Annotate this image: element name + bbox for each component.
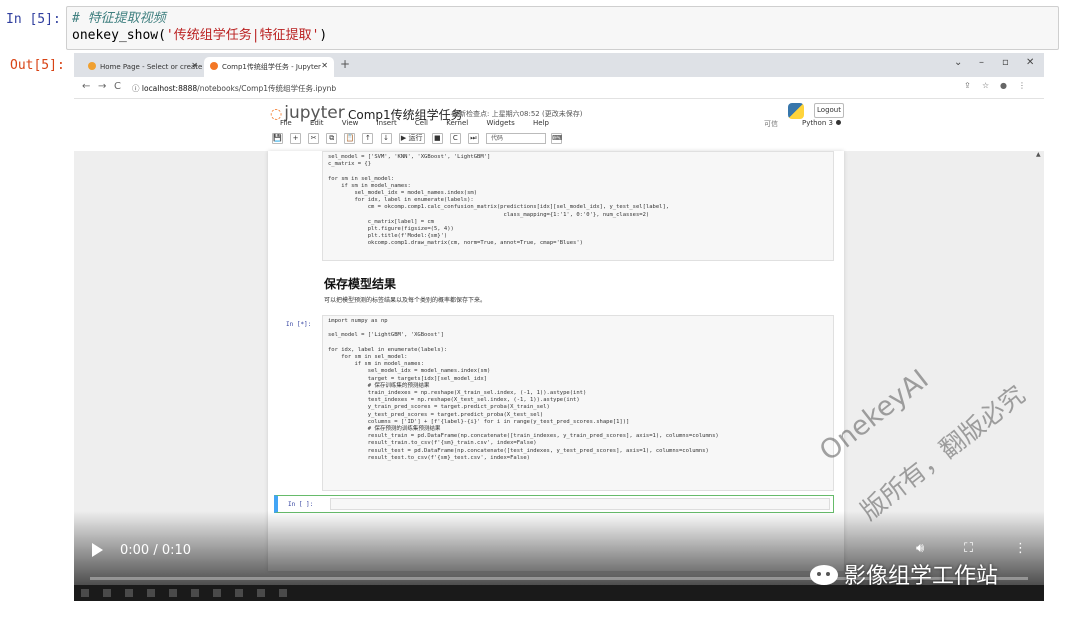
- menu-edit: Edit: [309, 119, 324, 127]
- restart-icon: C: [449, 133, 461, 144]
- cut-icon: ✂: [308, 133, 320, 144]
- empty-cell-prompt: In [ ]:: [288, 501, 314, 508]
- paste-icon: 📋: [344, 133, 356, 144]
- jupyter-favicon-icon: [210, 62, 218, 70]
- back-arrow-icon: ←: [82, 81, 91, 92]
- menu-cell: Cell: [414, 119, 429, 127]
- video-time: 0:00 / 0:10: [120, 543, 192, 558]
- empty-cell-input: [330, 498, 830, 510]
- share-icon: ⇪: [964, 81, 971, 90]
- scroll-up-icon: ▲: [1036, 151, 1041, 158]
- code-function-call: onekey_show(: [72, 28, 166, 43]
- volume-icon[interactable]: 🔊︎: [916, 541, 924, 556]
- close-tab-icon: ✕: [321, 61, 328, 70]
- kernel-busy-icon: [835, 120, 841, 125]
- menu-help: Help: [533, 119, 549, 127]
- menu-view: View: [341, 119, 359, 127]
- profile-icon: ●: [1000, 81, 1007, 90]
- output-prompt: Out[5]:: [10, 58, 65, 73]
- browser-tab-notebook: Comp1传统组学任务 - Jupyter ✕: [204, 57, 334, 77]
- more-options-icon[interactable]: ⋮: [1014, 541, 1027, 556]
- code-input-cell[interactable]: # 特征提取视频 onekey_show('传统组学任务|特征提取'): [66, 6, 1059, 50]
- trusted-indicator: 可信: [764, 120, 778, 128]
- address-bar: ← → C ⓘ localhost:8888/notebooks/Comp1传统…: [74, 77, 1044, 99]
- jupyter-menubar: File Edit View Insert Cell Kernel Widget…: [280, 119, 565, 127]
- video-player[interactable]: Home Page - Select or create ✕ Comp1传统组学任…: [74, 53, 1044, 601]
- menu-widgets: Widgets: [486, 119, 515, 127]
- save-icon: 💾: [272, 133, 283, 144]
- kernel-name: Python 3: [802, 119, 833, 127]
- fullscreen-icon[interactable]: ⛶: [964, 541, 973, 556]
- python-logo-icon: [788, 103, 804, 119]
- reload-icon: C: [114, 81, 121, 92]
- keyboard-icon: ⌨: [551, 133, 563, 144]
- play-icon[interactable]: [92, 543, 103, 557]
- browser-menu-icon: ⋮: [1018, 81, 1026, 90]
- code-string-arg: '传统组学任务|特征提取': [165, 28, 320, 43]
- menu-file: File: [280, 119, 292, 127]
- kernel-indicator: Python 3: [802, 119, 841, 127]
- stop-icon: ■: [431, 133, 443, 144]
- cell-type-select: 代码: [486, 133, 547, 144]
- copy-icon: ⧉: [326, 133, 338, 144]
- close-window-icon: ✕: [1026, 57, 1035, 68]
- url-host: localhost:8888: [141, 84, 198, 93]
- markdown-heading: 保存模型结果: [324, 277, 397, 291]
- menu-insert: Insert: [376, 119, 397, 127]
- code-cell-confusion-matrix: sel_model = ['SVM', 'KNN', 'XGBoost', 'L…: [322, 151, 834, 261]
- logout-button: Logout: [814, 103, 844, 118]
- cell-prompt-running: In [*]:: [286, 321, 312, 328]
- browser-tab-home: Home Page - Select or create ✕: [82, 57, 204, 77]
- move-down-icon: ↓: [380, 133, 392, 144]
- url-text: ⓘ localhost:8888/notebooks/Comp1传统组学任务.i…: [132, 84, 337, 93]
- menu-kernel: Kernel: [446, 119, 469, 127]
- input-prompt: In [5]:: [6, 12, 61, 27]
- url-path: /notebooks/Comp1传统组学任务.ipynb: [197, 84, 337, 93]
- browser-tab-strip: Home Page - Select or create ✕ Comp1传统组学任…: [74, 53, 1044, 77]
- new-tab-icon: +: [340, 57, 351, 71]
- wechat-icon: [810, 565, 838, 585]
- brand-text: 影像组学工作站: [844, 564, 999, 589]
- browser-tab-label: Comp1传统组学任务 - Jupyter: [222, 63, 321, 71]
- maximize-icon: ▫: [1002, 57, 1009, 68]
- move-up-icon: ↑: [362, 133, 374, 144]
- insert-cell-icon: +: [290, 133, 302, 144]
- tab-search-icon: ⌄: [954, 57, 963, 68]
- code-cell-save-results: import numpy as np sel_model = ['LightGB…: [322, 315, 834, 491]
- home-favicon-icon: [88, 62, 96, 70]
- markdown-text: 可以把模型预测的标签结果以及每个类别的概率都保存下来。: [324, 297, 487, 304]
- minimize-icon: –: [979, 57, 984, 68]
- brand-watermark: 影像组学工作站: [810, 558, 998, 590]
- bookmark-star-icon: ☆: [982, 81, 990, 90]
- checkpoint-status: 最新检查点: 上星期六08:52 (更改未保存): [452, 110, 583, 118]
- code-comment: # 特征提取视频: [72, 11, 166, 26]
- code-close-paren: ): [319, 28, 328, 43]
- browser-tab-label: Home Page - Select or create: [100, 63, 203, 71]
- close-tab-icon: ✕: [191, 61, 198, 70]
- restart-run-all-icon: ⏭: [467, 133, 479, 144]
- forward-arrow-icon: →: [98, 81, 107, 92]
- run-button: ▶ 运行: [398, 133, 425, 144]
- notebook-toolbar: 💾 + ✂ ⧉ 📋 ↑ ↓ ▶ 运行 ■ C ⏭ 代码 ⌨: [272, 133, 564, 145]
